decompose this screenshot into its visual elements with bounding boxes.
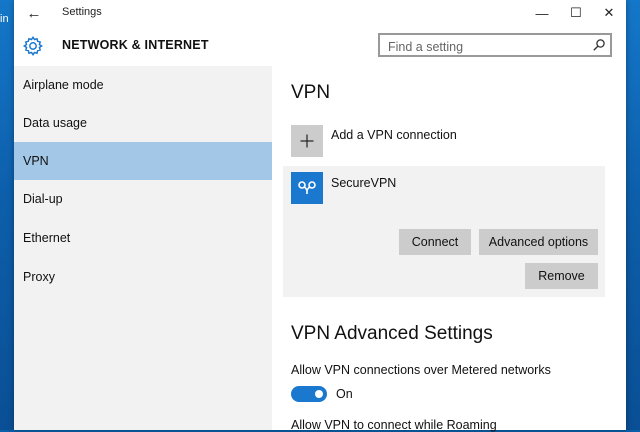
- connect-button[interactable]: Connect: [399, 229, 471, 255]
- sidebar: Airplane mode Data usage VPN Dial-up Eth…: [14, 66, 272, 430]
- page-header: NETWORK & INTERNET: [14, 26, 626, 66]
- sidebar-item-label: Proxy: [23, 270, 55, 284]
- maximize-icon: ☐: [570, 5, 582, 20]
- sidebar-item-label: Dial-up: [23, 192, 63, 206]
- metered-networks-label: Allow VPN connections over Metered netwo…: [291, 363, 551, 377]
- vpn-heading: VPN: [291, 82, 331, 103]
- search-icon[interactable]: [592, 38, 606, 52]
- sidebar-item-dial-up[interactable]: Dial-up: [14, 180, 272, 218]
- desktop-edge-text: in: [0, 13, 9, 25]
- gear-icon: [22, 35, 43, 57]
- minimize-button[interactable]: —: [525, 0, 559, 26]
- back-arrow-icon: ←: [26, 4, 42, 22]
- main-content: VPN Add a VPN connection SecureVPN Conne…: [272, 66, 626, 432]
- vpn-logo-icon: [291, 172, 323, 204]
- section-title: NETWORK & INTERNET: [62, 38, 209, 52]
- search-input[interactable]: [386, 37, 590, 57]
- sidebar-item-vpn[interactable]: VPN: [14, 142, 272, 180]
- sidebar-item-airplane-mode[interactable]: Airplane mode: [14, 66, 272, 104]
- sidebar-item-ethernet[interactable]: Ethernet: [14, 219, 272, 257]
- metered-networks-toggle[interactable]: [291, 386, 327, 402]
- vpn-connection-card[interactable]: SecureVPN Connect Advanced options Remov…: [283, 166, 605, 297]
- window-title: Settings: [62, 6, 102, 18]
- advanced-settings-heading: VPN Advanced Settings: [291, 323, 493, 344]
- title-bar: ← Settings — ☐ ✕: [14, 0, 626, 26]
- maximize-button[interactable]: ☐: [559, 0, 593, 26]
- close-icon: ✕: [603, 5, 615, 20]
- add-vpn-button[interactable]: [291, 125, 323, 157]
- sidebar-item-data-usage[interactable]: Data usage: [14, 104, 272, 142]
- sidebar-item-proxy[interactable]: Proxy: [14, 258, 272, 296]
- toggle-knob: [315, 390, 323, 398]
- close-button[interactable]: ✕: [592, 0, 626, 26]
- minimize-icon: —: [535, 5, 549, 21]
- sidebar-item-label: Airplane mode: [23, 78, 104, 92]
- vpn-connection-name: SecureVPN: [331, 176, 397, 190]
- remove-button[interactable]: Remove: [525, 263, 598, 289]
- sidebar-item-label: VPN: [23, 154, 49, 168]
- sidebar-item-label: Ethernet: [23, 231, 71, 245]
- search-box[interactable]: [378, 33, 612, 57]
- advanced-options-button[interactable]: Advanced options: [479, 229, 598, 255]
- metered-toggle-state: On: [336, 387, 353, 401]
- settings-window: ← Settings — ☐ ✕ NETWORK & INTERNET Find…: [14, 0, 626, 432]
- back-button[interactable]: ←: [20, 2, 48, 24]
- plus-icon: [300, 134, 314, 148]
- sidebar-item-label: Data usage: [23, 116, 87, 130]
- add-vpn-label[interactable]: Add a VPN connection: [331, 128, 457, 142]
